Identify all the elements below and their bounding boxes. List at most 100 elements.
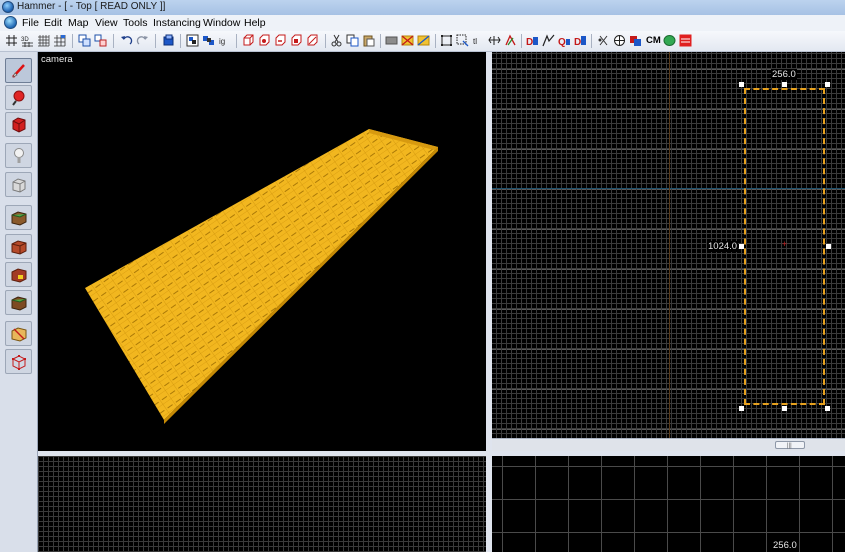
carve-icon[interactable] [162, 34, 175, 47]
toolbar-separator [591, 34, 592, 48]
vertex-icon[interactable] [504, 34, 517, 47]
sound-icon[interactable]: Q [558, 34, 571, 47]
brush-3d-render[interactable] [38, 52, 486, 451]
toolbar-separator [113, 34, 114, 48]
menu-file[interactable]: File [22, 17, 39, 29]
resize-handle-bottom[interactable] [782, 406, 787, 411]
toolbar-separator [325, 34, 326, 48]
clip-tool[interactable] [5, 321, 32, 346]
hide-icon[interactable] [290, 34, 303, 47]
toolbar-separator [72, 34, 73, 48]
tie-to-entity-icon[interactable] [258, 34, 271, 47]
select-icon[interactable] [440, 34, 453, 47]
select-by-handle-icon[interactable] [456, 34, 469, 47]
camera-viewport[interactable]: camera [38, 52, 486, 451]
resize-handle-top-left[interactable] [739, 82, 744, 87]
resize-handle-bottom-right[interactable] [825, 406, 830, 411]
texture-lock-icon[interactable] [202, 34, 215, 47]
selection-tool[interactable] [5, 58, 32, 83]
grid-larger-icon[interactable] [53, 34, 66, 47]
apply-texture-icon [11, 240, 27, 255]
side-width-label: 256.0 [772, 540, 798, 551]
ungroup-icon[interactable] [94, 34, 107, 47]
grid-toggle-icon[interactable] [5, 34, 18, 47]
hammer-app-icon [2, 1, 14, 13]
resize-handle-top-right[interactable] [825, 82, 830, 87]
decal-icon[interactable] [488, 34, 501, 47]
magnify-tool-icon [12, 90, 25, 106]
move-to-world-icon[interactable] [274, 34, 287, 47]
menu-instancing[interactable]: Instancing [153, 17, 201, 29]
selection-height-label: 1024.0 [707, 241, 739, 252]
texture-app-icon [11, 211, 27, 226]
entity-tool-icon [14, 148, 24, 163]
toolbar-separator [180, 34, 181, 48]
tool-palette [0, 52, 38, 552]
copy-icon[interactable] [346, 34, 359, 47]
top-viewport-hscrollbar[interactable]: ||| [492, 438, 845, 451]
resize-handle-top[interactable] [782, 82, 787, 87]
svg-text:ig: ig [219, 37, 225, 46]
toolbar-separator [236, 34, 237, 48]
menu-window[interactable]: Window [203, 17, 240, 29]
show-all-icon[interactable] [306, 34, 319, 47]
3d-grid-icon[interactable]: 3D [21, 34, 34, 47]
svg-text:tl: tl [473, 37, 477, 46]
leaf-icon[interactable] [663, 34, 676, 47]
vertex-tool[interactable] [5, 349, 32, 374]
clip-icon[interactable] [401, 34, 414, 47]
instance-icon[interactable] [629, 34, 642, 47]
model-icon[interactable] [613, 34, 626, 47]
floor-brush-top-face[interactable] [85, 129, 438, 420]
resize-handle-right[interactable] [826, 244, 831, 249]
resize-handle-left[interactable] [739, 244, 744, 249]
front-viewport[interactable] [38, 456, 486, 552]
menu-tools[interactable]: Tools [123, 17, 148, 29]
svg-text:D: D [574, 37, 581, 47]
paste-icon[interactable] [362, 34, 375, 47]
document-globe-icon[interactable] [4, 16, 17, 29]
cordon-icon[interactable] [542, 34, 555, 47]
menu-edit[interactable]: Edit [44, 17, 62, 29]
clip-toggle-icon[interactable] [417, 34, 430, 47]
menu-view[interactable]: View [95, 17, 118, 29]
hollow-icon[interactable] [242, 34, 255, 47]
visgroup-icon[interactable] [597, 34, 610, 47]
overlay-tool[interactable] [5, 290, 32, 315]
clip-tool-icon [11, 327, 27, 342]
magnify-tool[interactable] [5, 85, 32, 110]
window-title: Hammer - [ - Top [ READ ONLY ]] [17, 1, 166, 12]
camera-tool-icon [12, 117, 26, 133]
camera-tool[interactable] [5, 112, 32, 137]
entity-tool[interactable] [5, 143, 32, 168]
grid-smaller-icon[interactable] [37, 34, 50, 47]
displacement-icon[interactable]: D [574, 34, 587, 47]
group-icon[interactable] [78, 34, 91, 47]
block-tool[interactable] [5, 172, 32, 197]
cut-icon[interactable] [330, 34, 343, 47]
resize-handle-bottom-left[interactable] [739, 406, 744, 411]
side-viewport[interactable]: 256.0 [492, 456, 845, 552]
toolbar-separator [380, 34, 381, 48]
cubemap-button[interactable]: CM [646, 35, 661, 46]
top-viewport[interactable]: 256.0 1024.0 + [492, 52, 845, 438]
apply-current-texture-tool[interactable] [5, 234, 32, 259]
scrollbar-thumb[interactable]: ||| [775, 441, 805, 449]
svg-text:Q: Q [558, 37, 566, 47]
menu-help[interactable]: Help [244, 17, 266, 29]
entity-report-icon[interactable] [186, 34, 199, 47]
title-bar: Hammer - [ - Top [ READ ONLY ]] [0, 0, 845, 15]
run-map-icon[interactable]: D [526, 34, 539, 47]
no-draw-icon[interactable] [679, 34, 692, 47]
selection-tool-icon [12, 64, 25, 78]
texture-application-tool[interactable] [5, 205, 32, 230]
menu-map[interactable]: Map [68, 17, 88, 29]
flip-icon[interactable]: ig [218, 34, 231, 47]
main-toolbar: 3D ig tl D Q D CM [0, 31, 845, 52]
gray-block-icon[interactable] [385, 34, 398, 47]
redo-icon[interactable] [136, 34, 149, 47]
undo-icon[interactable] [120, 34, 133, 47]
texture-icon[interactable]: tl [472, 34, 485, 47]
selection-center-marker: + [782, 239, 788, 249]
decal-tool[interactable] [5, 262, 32, 287]
